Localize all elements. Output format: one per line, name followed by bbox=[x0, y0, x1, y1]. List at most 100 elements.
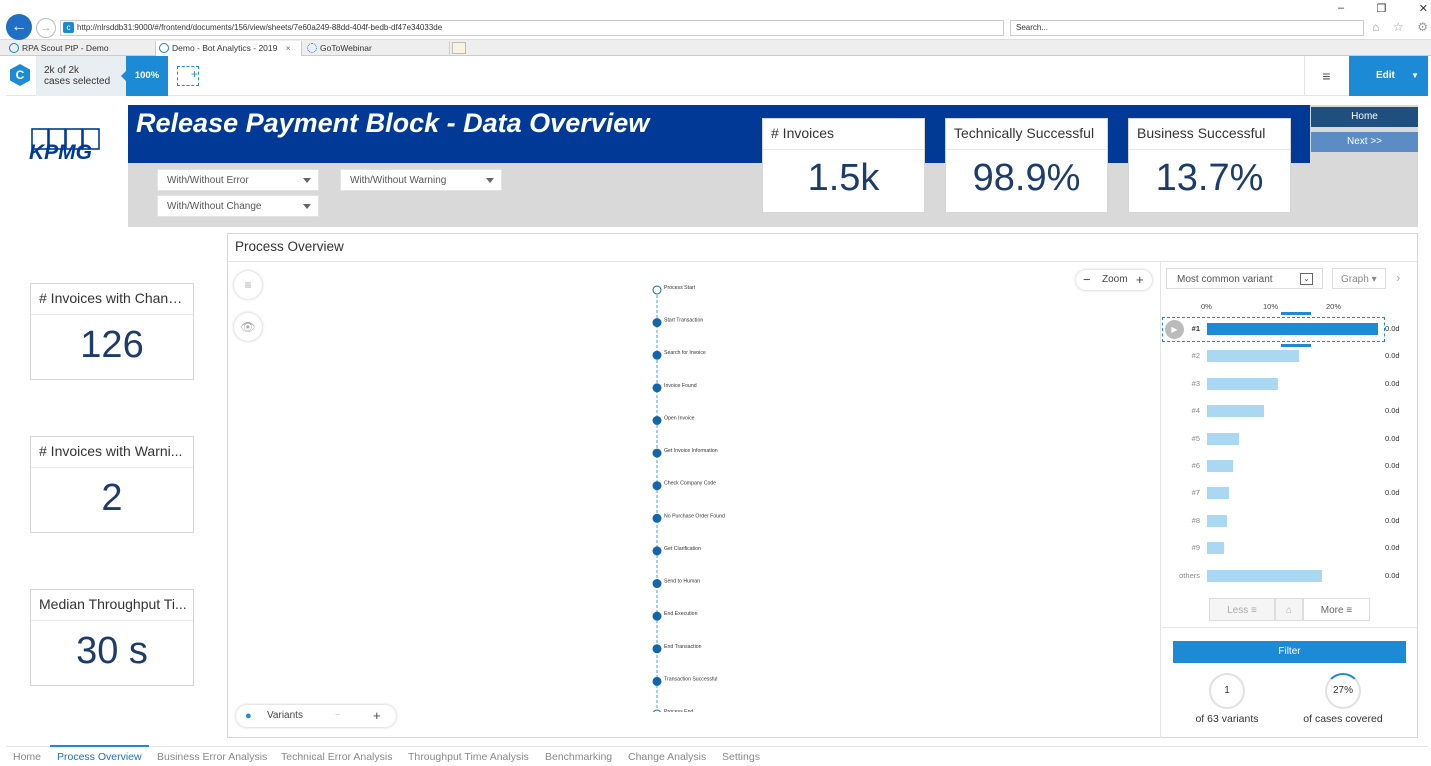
tab-business-error-analysis[interactable]: Business Error Analysis bbox=[157, 751, 267, 763]
tab-change-analysis[interactable]: Change Analysis bbox=[628, 751, 706, 763]
browser-tabs: RPA Scout PtP - Demo Demo - Bot Analytic… bbox=[0, 40, 1431, 56]
tab-benchmarking[interactable]: Benchmarking bbox=[545, 751, 612, 763]
restore-icon[interactable]: ❐ bbox=[1377, 2, 1387, 18]
variants-caption: of 63 variants bbox=[1195, 713, 1259, 725]
kpi-label: Median Throughput Ti... bbox=[39, 596, 187, 612]
process-flow-graph[interactable]: Process Start Start Transaction Search for… bbox=[640, 280, 760, 712]
activity-node bbox=[652, 579, 662, 589]
less-button[interactable]: Less ≡ bbox=[1209, 598, 1275, 621]
star-icon[interactable]: ☆ bbox=[1393, 20, 1404, 34]
filter-dropdown-warning[interactable]: With/Without Warning bbox=[340, 169, 502, 191]
variant-bar[interactable] bbox=[1207, 405, 1264, 418]
forward-arrow-icon[interactable]: → bbox=[36, 18, 56, 38]
browser-tab[interactable]: GoToWebinar bbox=[304, 41, 450, 56]
variant-label: #9 bbox=[1191, 543, 1200, 553]
view-mode-dropdown[interactable]: Graph ▾ bbox=[1332, 268, 1386, 289]
activity-node bbox=[652, 611, 662, 621]
minimize-icon[interactable]: – bbox=[1338, 2, 1344, 18]
variants-count-ring: 1 bbox=[1209, 673, 1245, 709]
variants-less-icon[interactable]: − bbox=[335, 705, 341, 727]
home-icon[interactable]: ⌂ bbox=[1372, 20, 1379, 34]
tab-settings[interactable]: Settings bbox=[722, 751, 760, 763]
browser-search-input[interactable]: Search... bbox=[1010, 20, 1364, 36]
variant-bar[interactable] bbox=[1207, 377, 1279, 390]
kpi-label: # Invoices with Warni... bbox=[39, 443, 183, 459]
tab-process-overview[interactable]: Process Overview bbox=[57, 751, 142, 763]
gear-icon[interactable]: ⚙ bbox=[1417, 20, 1428, 34]
coverage-marker bbox=[1281, 312, 1311, 315]
play-icon[interactable]: ▶ bbox=[1165, 320, 1184, 339]
variants-more-icon[interactable]: + bbox=[373, 705, 381, 727]
kpi-invoices-with-changes: # Invoices with Changes 126 bbox=[30, 283, 194, 380]
activity-label: Send to Human bbox=[664, 579, 700, 585]
zoom-out-icon[interactable]: − bbox=[1083, 270, 1091, 290]
home-variant-button[interactable]: ⌂ bbox=[1275, 598, 1303, 621]
tab-technical-error-analysis[interactable]: Technical Error Analysis bbox=[281, 751, 392, 763]
activity-node bbox=[652, 318, 662, 328]
kpi-label: # Invoices with Changes bbox=[39, 290, 189, 306]
tab-label: GoToWebinar bbox=[320, 43, 372, 53]
zoom-in-icon[interactable]: + bbox=[1136, 270, 1144, 290]
variant-duration: 0.0d bbox=[1385, 570, 1400, 580]
variant-bar[interactable] bbox=[1207, 569, 1322, 582]
variant-bar[interactable] bbox=[1207, 460, 1234, 472]
filter-dropdown-error[interactable]: With/Without Error bbox=[157, 169, 319, 191]
search-placeholder: Search... bbox=[1016, 23, 1049, 32]
browser-tab[interactable]: RPA Scout PtP - Demo bbox=[6, 41, 156, 56]
chevron-right-icon[interactable]: › bbox=[1396, 270, 1400, 285]
activity-node bbox=[652, 415, 662, 425]
filter-button[interactable]: Filter bbox=[1173, 641, 1406, 663]
dropdown-label: With/Without Error bbox=[167, 175, 249, 186]
chevron-down-icon[interactable]: ▼ bbox=[1411, 56, 1419, 96]
activity-node bbox=[652, 546, 662, 556]
tab-home[interactable]: Home bbox=[13, 751, 41, 763]
caret-down-icon: ▾ bbox=[1371, 274, 1377, 285]
variant-label: #4 bbox=[1191, 406, 1200, 416]
kpmg-logo-text: KPMG bbox=[29, 141, 92, 164]
back-arrow-icon[interactable]: ← bbox=[6, 14, 32, 40]
variant-duration: 0.0d bbox=[1385, 543, 1400, 553]
home-button[interactable]: Home bbox=[1311, 107, 1418, 127]
variant-bar[interactable] bbox=[1207, 487, 1230, 500]
tab-throughput-time-analysis[interactable]: Throughput Time Analysis bbox=[408, 751, 529, 763]
dropdown-label: With/Without Warning bbox=[350, 175, 447, 186]
variant-bar[interactable] bbox=[1207, 432, 1240, 445]
edit-button[interactable]: Edit ▼ bbox=[1349, 56, 1428, 96]
variant-bar[interactable] bbox=[1207, 542, 1225, 555]
address-bar[interactable]: c http://nlrsddb31:9000/#/frontend/docume… bbox=[60, 20, 1004, 36]
variant-bar[interactable] bbox=[1207, 350, 1300, 363]
tab-favicon-icon bbox=[9, 43, 19, 53]
kpi-value: 30 s bbox=[76, 630, 148, 672]
kpi-divider bbox=[31, 314, 193, 315]
variant-mode-dropdown[interactable]: Most common variant ⌄ bbox=[1166, 268, 1323, 289]
activity-label: Search for Invoice bbox=[664, 350, 706, 356]
activity-node bbox=[652, 383, 662, 393]
tab-favicon-icon bbox=[307, 43, 317, 53]
next-button[interactable]: Next >> bbox=[1311, 132, 1418, 152]
kpi-value: 1.5k bbox=[807, 157, 880, 199]
activity-label: Start Transaction bbox=[664, 318, 703, 324]
app-bar bbox=[6, 56, 1428, 96]
caret-down-icon bbox=[486, 178, 494, 183]
activity-slider-icon[interactable]: ≡ bbox=[234, 271, 262, 299]
hide-eye-icon[interactable]: 👁 bbox=[234, 313, 262, 341]
caret-down-icon bbox=[303, 204, 311, 209]
caret-down-icon bbox=[303, 178, 311, 183]
filter-dropdown-change[interactable]: With/Without Change bbox=[157, 195, 319, 217]
variant-label: others bbox=[1179, 570, 1200, 580]
axis-tick: 20% bbox=[1326, 302, 1342, 311]
tab-close-icon[interactable]: × bbox=[286, 43, 291, 53]
hamburger-menu-icon[interactable]: ≡ bbox=[1304, 56, 1348, 96]
variant-bar[interactable] bbox=[1207, 514, 1228, 527]
kpi-divider bbox=[31, 620, 193, 621]
close-icon[interactable]: ✕ bbox=[1419, 2, 1428, 18]
activity-label: Process End bbox=[664, 709, 694, 712]
browser-tab-active[interactable]: Demo - Bot Analytics - 2019 × bbox=[156, 41, 302, 56]
more-button[interactable]: More ≡ bbox=[1303, 598, 1370, 621]
selected-variant-outline bbox=[1162, 317, 1385, 342]
active-tab-indicator bbox=[50, 745, 149, 747]
activity-label: Process Start bbox=[664, 285, 696, 291]
cases-selected-text: 2k of 2k cases selected bbox=[44, 65, 110, 87]
add-selection-icon[interactable]: + bbox=[177, 66, 199, 86]
new-tab-button[interactable] bbox=[452, 42, 466, 54]
